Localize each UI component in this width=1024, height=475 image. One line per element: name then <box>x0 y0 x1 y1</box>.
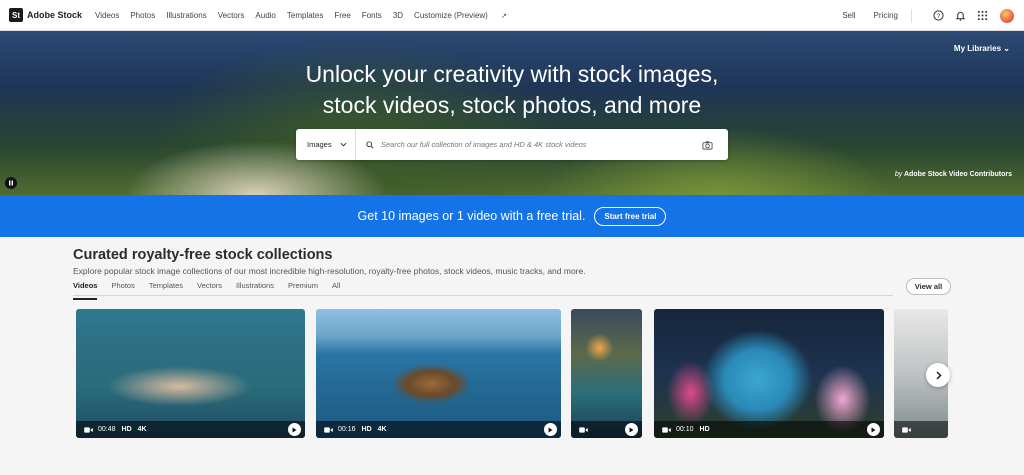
video-card-meta: 00:16 HD 4K <box>316 421 561 438</box>
tab-photos[interactable]: Photos <box>111 281 134 295</box>
nav-link-free[interactable]: Free <box>334 11 350 20</box>
user-avatar[interactable] <box>1000 8 1014 23</box>
view-all-button[interactable]: View all <box>906 278 951 295</box>
video-duration: 00:16 <box>338 426 356 433</box>
collections-tabs: Videos Photos Templates Vectors Illustra… <box>73 281 893 300</box>
search-field <box>356 140 702 149</box>
nav-link-vectors[interactable]: Vectors <box>218 11 245 20</box>
visual-search-camera-icon[interactable] <box>702 140 718 150</box>
video-duration: 00:10 <box>676 426 694 433</box>
video-quality-hd: HD <box>699 426 710 433</box>
hero-title: Unlock your creativity with stock images… <box>0 59 1024 121</box>
hero-credit-name[interactable]: Adobe Stock Video Contributors <box>904 171 1012 178</box>
video-quality-4k: 4K <box>137 426 147 433</box>
nav-right: Sell Pricing ? <box>824 0 1014 31</box>
carousel-next-button[interactable] <box>926 363 950 387</box>
collections-subtitle: Explore popular stock image collections … <box>73 266 586 276</box>
search-bar: Images <box>296 129 728 160</box>
hero-credit-prefix: by <box>894 171 903 178</box>
tab-illustrations[interactable]: Illustrations <box>236 281 274 295</box>
nav-link-3d[interactable]: 3D <box>393 11 403 20</box>
chevron-down-icon <box>340 142 347 147</box>
collections-title: Curated royalty-free stock collections <box>73 247 333 263</box>
nav-pricing-link[interactable]: Pricing <box>874 11 898 20</box>
nav-link-customize[interactable]: Customize (Preview) ↗ <box>414 11 518 20</box>
play-icon <box>292 427 297 432</box>
video-card-meta: 00:10 HD <box>654 421 884 438</box>
my-libraries-label: My Libraries <box>953 44 1002 53</box>
help-icon[interactable]: ? <box>932 10 944 22</box>
tab-templates[interactable]: Templates <box>149 281 183 295</box>
video-camera-icon <box>84 426 93 433</box>
pause-video-button[interactable] <box>5 177 17 189</box>
video-card-meta: 00:48 HD 4K <box>76 421 305 438</box>
video-card-swimmer[interactable]: 00:48 HD 4K <box>76 309 305 438</box>
nav-link-audio[interactable]: Audio <box>255 11 275 20</box>
tab-all[interactable]: All <box>332 281 340 295</box>
free-trial-banner: Get 10 images or 1 video with a free tri… <box>0 195 1024 237</box>
play-icon <box>548 427 553 432</box>
hero-title-line-1: Unlock your creativity with stock images… <box>305 61 719 87</box>
video-camera-icon <box>579 426 588 433</box>
nav-link-photos[interactable]: Photos <box>130 11 155 20</box>
search-icon <box>366 140 374 149</box>
adobe-stock-logo-text: Adobe Stock <box>27 10 83 20</box>
start-free-trial-button[interactable]: Start free trial <box>594 206 667 226</box>
video-duration: 00:48 <box>98 426 116 433</box>
search-category-select[interactable]: Images <box>296 129 356 160</box>
pause-icon <box>9 180 13 186</box>
bell-icon[interactable] <box>954 10 966 22</box>
video-card-monsters[interactable]: 00:10 HD <box>654 309 884 438</box>
my-libraries-button[interactable]: My Libraries ⌄ <box>954 44 1010 53</box>
hero-banner: Unlock your creativity with stock images… <box>0 31 1024 195</box>
apps-grid-icon[interactable] <box>976 10 988 22</box>
free-trial-text: Get 10 images or 1 video with a free tri… <box>357 209 586 223</box>
play-button[interactable] <box>288 423 301 436</box>
adobe-stock-logo-badge: St <box>9 8 23 22</box>
video-camera-icon <box>902 426 911 433</box>
video-card-island[interactable]: 00:16 HD 4K <box>316 309 561 438</box>
nav-link-illustrations[interactable]: Illustrations <box>166 11 206 20</box>
tab-premium[interactable]: Premium <box>288 281 318 295</box>
video-camera-icon <box>662 426 671 433</box>
external-link-icon: ↗ <box>501 12 507 20</box>
video-card-cosmic-pool[interactable] <box>571 309 642 438</box>
nav-link-customize-label: Customize (Preview) <box>414 10 488 20</box>
chevron-right-icon <box>935 370 942 380</box>
nav-link-templates[interactable]: Templates <box>287 11 323 20</box>
video-card-meta <box>894 421 948 438</box>
search-input[interactable] <box>381 140 702 149</box>
play-icon <box>871 427 876 432</box>
play-button[interactable] <box>867 423 880 436</box>
video-quality-hd: HD <box>361 426 372 433</box>
nav-link-videos[interactable]: Videos <box>95 11 119 20</box>
nav-link-fonts[interactable]: Fonts <box>362 11 382 20</box>
video-quality-hd: HD <box>121 426 132 433</box>
search-category-value: Images <box>307 140 332 149</box>
video-quality-4k: 4K <box>377 426 387 433</box>
tab-vectors[interactable]: Vectors <box>197 281 222 295</box>
play-button[interactable] <box>544 423 557 436</box>
video-camera-icon <box>324 426 333 433</box>
play-icon <box>629 427 634 432</box>
tab-videos[interactable]: Videos <box>73 281 98 300</box>
adobe-stock-logo[interactable]: St Adobe Stock <box>9 8 82 22</box>
nav-links: Videos Photos Illustrations Vectors Audi… <box>95 11 529 20</box>
nav-divider <box>911 8 912 23</box>
chevron-down-icon: ⌄ <box>1003 44 1010 53</box>
svg-text:?: ? <box>936 13 940 20</box>
nav-sell-link[interactable]: Sell <box>842 11 855 20</box>
top-navigation: St Adobe Stock Videos Photos Illustratio… <box>0 0 1024 31</box>
hero-title-line-2: stock videos, stock photos, and more <box>322 92 702 118</box>
hero-credit: by Adobe Stock Video Contributors <box>895 171 1012 178</box>
play-button[interactable] <box>625 423 638 436</box>
